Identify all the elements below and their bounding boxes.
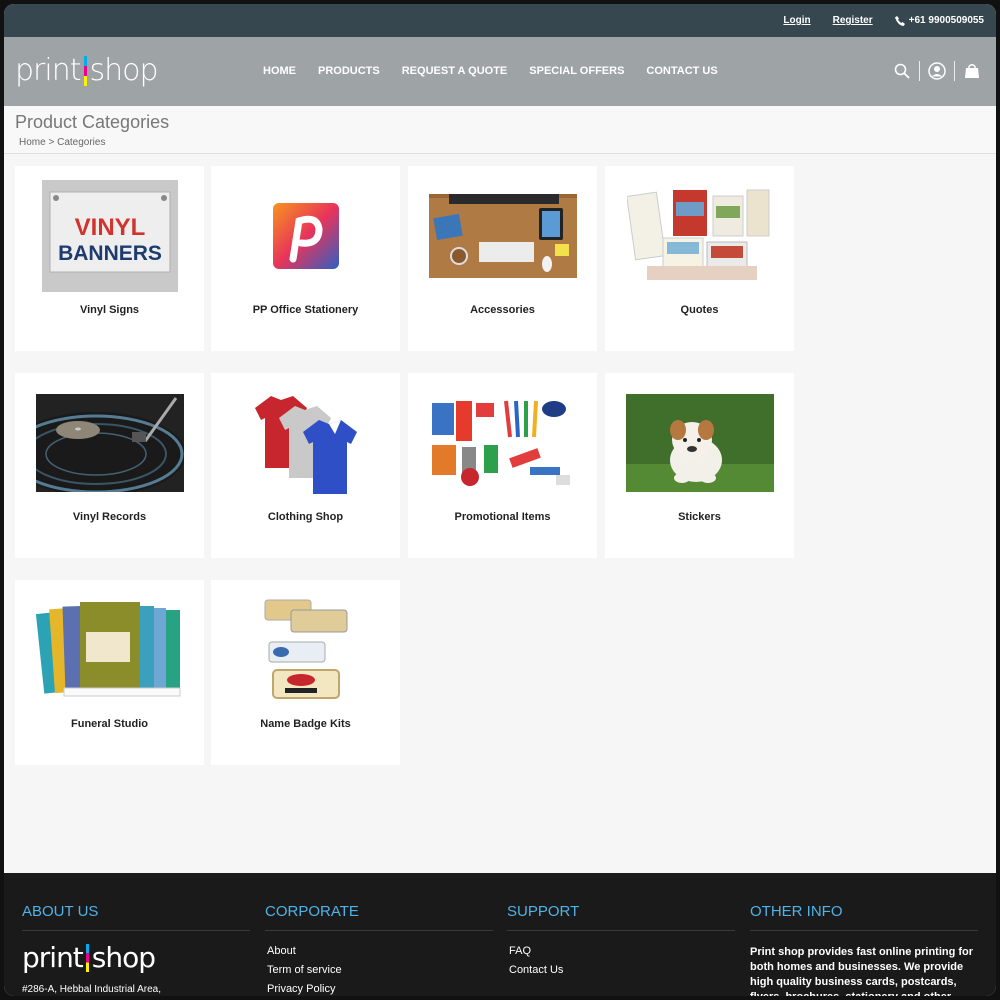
footer-logo[interactable]: print shop bbox=[22, 941, 250, 974]
footer-description: Print shop provides fast online printing… bbox=[750, 946, 974, 996]
footer-heading: OTHER INFO bbox=[750, 903, 978, 931]
nav-request-quote[interactable]: REQUEST A QUOTE bbox=[402, 65, 508, 77]
bag-icon[interactable] bbox=[962, 61, 982, 81]
category-label: Accessories bbox=[470, 304, 535, 316]
nav-contact-us[interactable]: CONTACT US bbox=[646, 65, 717, 77]
divider bbox=[919, 61, 920, 81]
booklets-image bbox=[15, 594, 204, 706]
footer-support: SUPPORT FAQ Contact Us bbox=[507, 903, 735, 983]
breadcrumb-home[interactable]: Home bbox=[19, 137, 46, 148]
category-card-accessories[interactable]: Accessories bbox=[408, 166, 597, 351]
footer-heading: ABOUT US bbox=[22, 903, 250, 931]
logo-text-left: print bbox=[15, 53, 81, 88]
vinyl-banner-image: VINYL BANNERS bbox=[15, 180, 204, 292]
footer-link-contact[interactable]: Contact Us bbox=[507, 964, 735, 976]
site-header: print shop HOME PRODUCTS REQUEST A QUOTE … bbox=[4, 37, 996, 106]
browser-page: Login Register +61 9900509055 print shop … bbox=[4, 4, 996, 996]
puppy-image bbox=[605, 387, 794, 499]
desk-accessories-image bbox=[408, 180, 597, 292]
svg-text:VINYL: VINYL bbox=[74, 214, 145, 241]
logo-text-right: shop bbox=[89, 53, 159, 88]
category-card-funeral-studio[interactable]: Funeral Studio bbox=[15, 580, 204, 765]
category-label: Clothing Shop bbox=[267, 511, 344, 523]
svg-text:BANNERS: BANNERS bbox=[58, 242, 162, 265]
category-card-clothing-shop[interactable]: Clothing Shop bbox=[211, 373, 400, 558]
page-title-bar: Product Categories Home > Categories bbox=[4, 106, 996, 154]
user-icon[interactable] bbox=[927, 61, 947, 81]
category-label: Funeral Studio bbox=[71, 718, 148, 730]
footer-heading: SUPPORT bbox=[507, 903, 735, 931]
footer-link-privacy[interactable]: Privacy Policy bbox=[265, 983, 493, 995]
name-badges-image bbox=[211, 594, 400, 706]
phone-icon bbox=[894, 15, 905, 26]
logo-bar bbox=[83, 55, 87, 86]
category-label: Vinyl Signs bbox=[79, 304, 140, 316]
category-card-pp-office-stationery[interactable]: PP Office Stationery bbox=[211, 166, 400, 351]
search-icon[interactable] bbox=[892, 61, 912, 81]
category-card-promotional-items[interactable]: Promotional Items bbox=[408, 373, 597, 558]
logo-text-left: print bbox=[22, 941, 84, 974]
category-label: Stickers bbox=[678, 511, 721, 523]
footer-link-terms[interactable]: Term of service bbox=[265, 964, 493, 976]
category-card-quotes[interactable]: Quotes bbox=[605, 166, 794, 351]
logo-bar bbox=[85, 943, 89, 972]
site-footer: ABOUT US print shop #286-A, Hebbal Indust… bbox=[4, 873, 996, 996]
category-label: Name Badge Kits bbox=[260, 718, 351, 730]
category-card-vinyl-signs[interactable]: VINYL BANNERS Vinyl Signs bbox=[15, 166, 204, 351]
breadcrumb-separator: > bbox=[45, 137, 58, 148]
promo-items-image bbox=[408, 387, 597, 499]
footer-other-info: OTHER INFO Print shop provides fast onli… bbox=[750, 903, 978, 996]
breadcrumb-current: Categories bbox=[57, 137, 106, 148]
page-title: Product Categories bbox=[15, 112, 170, 132]
header-icons bbox=[892, 61, 982, 81]
phone-text: +61 9900509055 bbox=[908, 15, 984, 26]
phone-number[interactable]: +61 9900509055 bbox=[894, 15, 984, 26]
category-grid: VINYL BANNERS Vinyl Signs PP Office Stat… bbox=[4, 154, 996, 871]
pp-logo-image bbox=[211, 180, 400, 292]
nav-special-offers[interactable]: SPECIAL OFFERS bbox=[529, 65, 624, 77]
footer-link-about[interactable]: About bbox=[265, 945, 493, 957]
divider bbox=[954, 61, 955, 81]
logo-text-right: shop bbox=[91, 941, 156, 974]
turntable-image bbox=[15, 387, 204, 499]
breadcrumb: Home > Categories bbox=[15, 137, 996, 148]
login-link[interactable]: Login bbox=[783, 15, 810, 26]
footer-address: #286-A, Hebbal Industrial Area, bbox=[22, 984, 161, 995]
nav-products[interactable]: PRODUCTS bbox=[318, 65, 380, 77]
polo-shirts-image bbox=[211, 387, 400, 499]
category-card-name-badge-kits[interactable]: Name Badge Kits bbox=[211, 580, 400, 765]
brochures-image bbox=[605, 180, 794, 292]
site-logo[interactable]: print shop bbox=[15, 53, 159, 88]
category-label: Promotional Items bbox=[454, 511, 551, 523]
footer-corporate: CORPORATE About Term of service Privacy … bbox=[265, 903, 493, 996]
nav-home[interactable]: HOME bbox=[263, 65, 296, 77]
footer-heading: CORPORATE bbox=[265, 903, 493, 931]
footer-about: ABOUT US print shop #286-A, Hebbal Indust… bbox=[22, 903, 250, 995]
category-card-vinyl-records[interactable]: Vinyl Records bbox=[15, 373, 204, 558]
category-label: PP Office Stationery bbox=[252, 304, 359, 316]
main-nav: HOME PRODUCTS REQUEST A QUOTE SPECIAL OF… bbox=[263, 65, 740, 77]
category-card-stickers[interactable]: Stickers bbox=[605, 373, 794, 558]
top-bar: Login Register +61 9900509055 bbox=[4, 4, 996, 37]
register-link[interactable]: Register bbox=[833, 15, 873, 26]
footer-link-faq[interactable]: FAQ bbox=[507, 945, 735, 957]
category-label: Vinyl Records bbox=[72, 511, 147, 523]
category-label: Quotes bbox=[680, 304, 719, 316]
